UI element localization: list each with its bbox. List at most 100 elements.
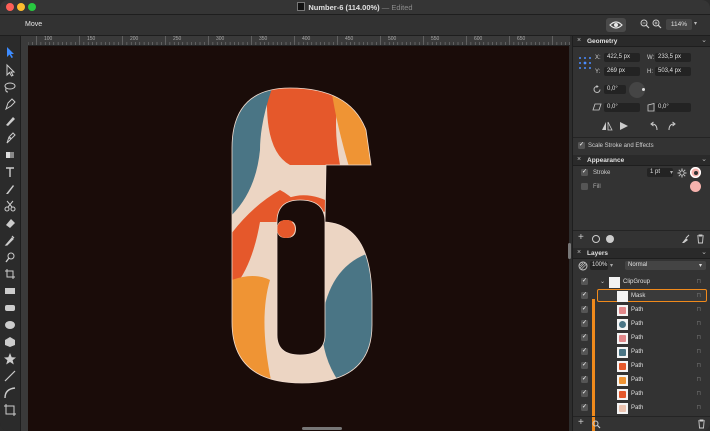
appearance-panel-header[interactable]: × Appearance ⌄ [573,155,710,166]
close-icon[interactable]: × [577,37,581,44]
add-stroke-button[interactable] [592,235,600,243]
close-icon[interactable]: × [577,156,581,163]
layer-visibility-checkbox[interactable]: ✓ [581,348,588,355]
stroke-visibility-checkbox[interactable]: ✓ [581,169,588,176]
layer-row-mask[interactable]: ✓ Mask ⊓ [573,289,710,303]
shear-field[interactable]: 0,0° [604,103,640,112]
vertical-shear-field[interactable]: 0,0° [655,103,691,112]
artboard-tool[interactable] [3,403,17,417]
layer-row-path[interactable]: ✓ Path ⊓ [573,401,710,415]
layer-visibility-checkbox[interactable]: ✓ [581,334,588,341]
trash-icon[interactable] [697,419,706,429]
lock-icon[interactable]: ⊓ [696,348,701,355]
x-position-field[interactable]: 422,5 px [604,53,640,62]
rotate-left-icon[interactable] [649,121,659,131]
layer-row-path[interactable]: ✓ Path ⊓ [573,303,710,317]
rotation-field[interactable]: 0,0° [604,85,626,94]
geometry-panel-header[interactable]: × Geometry ⌄ [573,36,710,47]
eraser-tool[interactable] [3,216,17,230]
chevron-down-icon[interactable]: ⌄ [701,248,707,256]
layer-visibility-checkbox[interactable]: ✓ [581,376,588,383]
layer-visibility-checkbox[interactable]: ✓ [581,292,588,299]
layer-row-path[interactable]: ✓ Path ⊓ [573,345,710,359]
close-icon[interactable]: × [577,249,581,256]
layer-row-path[interactable]: ✓ Path ⊓ [573,373,710,387]
paint-brush-tool[interactable] [3,182,17,196]
document-canvas[interactable] [28,46,569,431]
preview-toggle-button[interactable] [606,18,626,32]
blend-mode-chevron-icon[interactable]: ▾ [699,262,702,269]
crop-tool[interactable] [3,267,17,281]
layer-visibility-checkbox[interactable]: ✓ [581,362,588,369]
orange-path[interactable] [288,195,350,218]
pen-tool[interactable] [3,97,17,111]
flip-vertical-icon[interactable] [619,121,629,131]
add-fill-button[interactable] [606,235,614,243]
layer-row-path[interactable]: ✓ Path ⊓ [573,359,710,373]
chevron-down-icon[interactable]: ⌄ [701,36,707,44]
number-six-artwork[interactable] [28,46,569,431]
node-tool[interactable] [3,63,17,77]
rotate-right-icon[interactable] [667,121,677,131]
flip-horizontal-icon[interactable] [601,121,613,131]
layer-row-path[interactable]: ✓ Path ⊓ [573,317,710,331]
layer-row-path[interactable]: ✓ Path ⊓ [573,331,710,345]
text-tool[interactable] [3,165,17,179]
layers-panel-header[interactable]: × Layers ⌄ [573,248,710,259]
trash-icon[interactable] [696,234,705,244]
brush-clear-icon[interactable] [680,234,690,244]
color-picker-tool[interactable] [3,233,17,247]
ellipse-tool[interactable] [3,318,17,332]
vertical-scrollbar[interactable] [568,243,571,259]
orange-dot-path[interactable] [277,220,295,238]
light-orange-path[interactable] [220,276,272,385]
lock-icon[interactable]: ⊓ [696,320,701,327]
layer-visibility-checkbox[interactable]: ✓ [581,390,588,397]
fill-visibility-checkbox[interactable] [581,183,588,190]
add-layer-icon[interactable]: + [578,417,584,428]
horizontal-scrollbar[interactable] [302,427,342,430]
y-position-field[interactable]: 269 px [604,67,640,76]
zoom-out-icon[interactable] [640,19,650,29]
lock-icon[interactable]: ⊓ [696,292,701,299]
zoom-level-field[interactable]: 114% [666,19,692,30]
scale-stroke-checkbox[interactable]: ✓ [578,142,585,149]
layer-row-path[interactable]: ✓ Path ⊓ [573,387,710,401]
fill-tool[interactable] [3,148,17,162]
fill-color-swatch[interactable] [690,181,701,192]
opacity-chevron-icon[interactable]: ▾ [610,262,613,269]
lock-icon[interactable]: ⊓ [696,376,701,383]
gear-icon[interactable] [677,168,687,178]
layer-visibility-checkbox[interactable]: ✓ [581,306,588,313]
width-field[interactable]: 233,5 px [655,53,691,62]
lock-icon[interactable]: ⊓ [696,278,701,285]
layer-visibility-checkbox[interactable]: ✓ [581,278,588,285]
lock-icon[interactable]: ⊓ [696,334,701,341]
star-tool[interactable] [3,352,17,366]
zoom-in-icon[interactable] [652,19,662,29]
lock-icon[interactable]: ⊓ [696,404,701,411]
expand-chevron-icon[interactable]: ⌄ [600,278,605,285]
lock-icon[interactable]: ⊓ [696,362,701,369]
anchor-point-grid-icon[interactable] [578,56,592,70]
chevron-down-icon[interactable]: ⌄ [701,155,707,163]
search-icon[interactable] [592,420,601,429]
move-tool[interactable] [3,45,17,59]
line-tool[interactable] [3,369,17,383]
rectangle-tool[interactable] [3,284,17,298]
height-field[interactable]: 503,4 px [655,67,691,76]
zoom-dropdown-chevron-icon[interactable]: ▾ [694,20,697,27]
scissors-tool[interactable] [3,199,17,213]
add-icon[interactable]: + [578,232,584,243]
lock-icon[interactable]: ⊓ [696,306,701,313]
orange-path[interactable] [266,80,345,165]
vector-brush-tool[interactable] [3,131,17,145]
layer-visibility-checkbox[interactable]: ✓ [581,320,588,327]
stroke-width-chevron-icon[interactable]: ▾ [670,169,673,176]
zoom-tool[interactable] [3,250,17,264]
rounded-rectangle-tool[interactable] [3,301,17,315]
lasso-tool[interactable] [3,80,17,94]
layer-row-clipgroup[interactable]: ✓ ⌄ ClipGroup ⊓ [573,275,710,289]
layer-opacity-field[interactable]: 100% [590,261,608,270]
polygon-tool[interactable] [3,335,17,349]
